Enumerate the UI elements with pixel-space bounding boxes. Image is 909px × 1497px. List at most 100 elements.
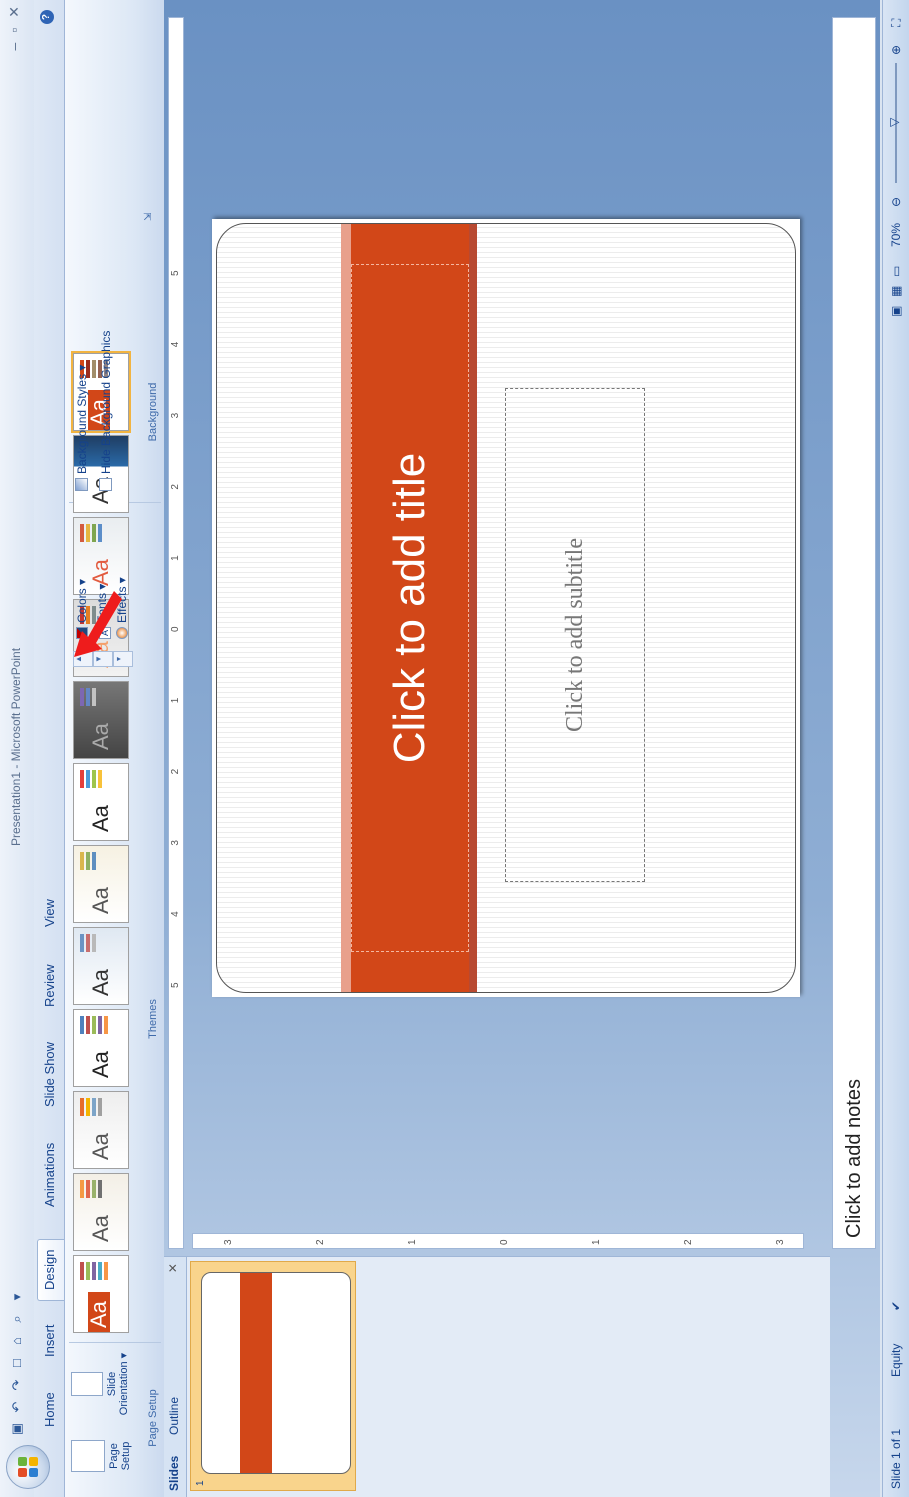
ruler-tick-label: 4: [170, 341, 181, 348]
theme-thumb-6[interactable]: Aa: [73, 845, 129, 923]
slide-orientation-icon: [71, 1372, 103, 1396]
theme-thumb-7[interactable]: Aa: [73, 763, 129, 841]
subtitle-placeholder-text: Click to add subtitle: [561, 538, 588, 732]
tab-animations[interactable]: Animations: [42, 1143, 57, 1207]
normal-view-icon[interactable]: ▣: [889, 306, 903, 317]
close-pane-icon[interactable]: ✕: [166, 1263, 180, 1273]
red-arrow-annotation: [74, 591, 122, 657]
ribbon: Page Setup Slide Orientation ▾ Page Setu…: [64, 0, 166, 1497]
background-styles-icon: [75, 478, 88, 491]
tab-slide-show[interactable]: Slide Show: [42, 1042, 57, 1107]
title-placeholder[interactable]: Click to add title: [351, 264, 469, 952]
ruler-tick-label: 5: [170, 270, 181, 276]
new-icon[interactable]: □: [9, 1355, 25, 1371]
page-setup-group-label: Page Setup: [147, 1389, 159, 1447]
tab-insert[interactable]: Insert: [42, 1324, 57, 1357]
ruler-tick-label: 5: [170, 982, 181, 988]
theme-name-status: Equity: [889, 1343, 903, 1377]
notes-placeholder: Click to add notes: [843, 1079, 865, 1238]
ruler-tick-label: 0: [499, 1239, 510, 1245]
workspace: Slides Outline ✕ 1 5 4 3 2 1 0 1 2 3 4 5 3 2 1 0 1 2 3 C…: [164, 0, 880, 1497]
slide-thumbnail: [201, 1272, 351, 1474]
vertical-ruler: 3 2 1 0 1 2 3: [192, 1233, 804, 1249]
dialog-launcher-icon[interactable]: ⇲: [143, 213, 154, 221]
page-setup-icon: [71, 1440, 105, 1472]
slide-canvas: Click to add title Click to add subtitle: [212, 219, 800, 997]
tab-slides[interactable]: Slides: [167, 1456, 181, 1491]
background-group-label: Background: [147, 382, 159, 442]
slide-orientation-button[interactable]: Slide Orientation ▾: [71, 1347, 130, 1421]
ruler-tick-label: 1: [591, 1239, 602, 1245]
zoom-out-icon[interactable]: ⊖: [889, 197, 903, 207]
zoom-in-icon[interactable]: ⊕: [889, 45, 903, 55]
close-window-button[interactable]: ✕: [6, 6, 23, 18]
open-icon[interactable]: ⌂: [9, 1333, 25, 1349]
ribbon-tabs: Home Insert Design Animations Slide Show…: [34, 0, 66, 1497]
zoom-level[interactable]: 70%: [889, 223, 903, 247]
print-preview-icon[interactable]: ⌕: [9, 1311, 25, 1327]
ruler-tick-label: 4: [170, 911, 181, 917]
ruler-tick-label: 0: [170, 626, 181, 632]
ruler-tick-label: 2: [170, 768, 181, 775]
slide-sorter-view-icon[interactable]: ▦: [889, 286, 903, 297]
ruler-tick-label: 2: [170, 484, 181, 490]
save-icon[interactable]: ▣: [9, 1421, 25, 1437]
customize-qat-icon[interactable]: ▾: [9, 1289, 25, 1305]
help-icon[interactable]: ?: [40, 10, 54, 24]
page-setup-group: Page Setup Slide Orientation ▾ Page Setu…: [69, 1342, 161, 1493]
slide-count-status: Slide 1 of 1: [889, 1428, 903, 1489]
ruler-tick-label: 2: [315, 1239, 326, 1245]
tab-review[interactable]: Review: [42, 964, 57, 1007]
theme-thumb-4[interactable]: Aa: [73, 1009, 129, 1087]
redo-icon[interactable]: ↷: [9, 1377, 25, 1393]
theme-thumb-8[interactable]: Aa: [73, 681, 129, 759]
title-placeholder-text: Click to add title: [385, 452, 434, 764]
zoom-slider-thumb[interactable]: ▽: [887, 118, 901, 127]
page-setup-button[interactable]: Page Setup: [71, 1433, 132, 1479]
office-logo-icon: [18, 1457, 38, 1477]
ruler-tick-label: 2: [683, 1239, 694, 1245]
status-bar: Slide 1 of 1 Equity ✔ ▣ ▦ ▭ 70% ⊖ ▽ ⊕ ⛶: [882, 0, 909, 1497]
slides-pane-tabs: Slides Outline ✕: [164, 1257, 187, 1497]
window-title: Presentation1 - Microsoft PowerPoint: [9, 647, 23, 847]
minimize-button[interactable]: –: [6, 43, 23, 51]
tab-design[interactable]: Design: [37, 1238, 64, 1301]
notes-pane[interactable]: Click to add notes: [832, 17, 876, 1249]
ruler-tick-label: 3: [170, 412, 181, 419]
themes-group-label: Themes: [147, 999, 159, 1039]
background-styles-button[interactable]: Background Styles ▾: [75, 365, 89, 491]
slide-frame: Click to add title Click to add subtitle: [216, 223, 796, 993]
slides-pane: Slides Outline ✕ 1: [164, 1256, 830, 1497]
spell-check-icon[interactable]: ✔: [889, 1301, 903, 1311]
window-controls: – ▫ ✕: [6, 6, 23, 51]
theme-thumb-2[interactable]: Aa: [73, 1173, 129, 1251]
tab-home[interactable]: Home: [42, 1392, 57, 1427]
slide-thumbnail-band: [240, 1273, 272, 1473]
undo-icon[interactable]: ↶: [9, 1399, 25, 1415]
ruler-tick-label: 1: [407, 1239, 418, 1245]
slide-thumbnail-item[interactable]: 1: [190, 1261, 356, 1491]
slide-thumbnail-number: 1: [195, 1480, 206, 1486]
hide-background-graphics-checkbox[interactable]: Hide Background Graphics: [99, 331, 113, 491]
theme-thumb-3[interactable]: Aa: [73, 1091, 129, 1169]
tab-view[interactable]: View: [42, 899, 57, 927]
checkbox-icon: [99, 478, 112, 491]
ruler-tick-label: 3: [170, 840, 181, 846]
ruler-tick-label: 3: [223, 1239, 234, 1245]
office-button[interactable]: [6, 1445, 50, 1489]
quick-access-toolbar: ▣ ↶ ↷ □ ⌂ ⌕ ▾: [7, 1289, 27, 1437]
subtitle-placeholder[interactable]: Click to add subtitle: [505, 388, 645, 882]
background-group: Background Styles ▾ Hide Background Grap…: [69, 197, 161, 497]
ruler-tick-label: 1: [170, 555, 181, 561]
ruler-tick-label: 1: [170, 697, 181, 704]
fit-to-window-icon[interactable]: ⛶: [889, 19, 904, 27]
theme-thumb-office[interactable]: Aa: [73, 1255, 129, 1333]
theme-gallery: Aa Aa Aa Aa Aa Aa Aa Aa Aa Aa: [71, 350, 131, 1333]
title-bar: ▣ ↶ ↷ □ ⌂ ⌕ ▾ Presentation1 - Microsoft …: [0, 0, 35, 1497]
restore-button[interactable]: ▫: [6, 28, 23, 33]
tab-outline[interactable]: Outline: [167, 1397, 181, 1435]
theme-thumb-5[interactable]: Aa: [73, 927, 129, 1005]
horizontal-ruler: 5 4 3 2 1 0 1 2 3 4 5: [168, 17, 184, 1249]
ruler-tick-label: 3: [775, 1239, 786, 1245]
slide-show-view-icon[interactable]: ▭: [889, 266, 903, 277]
